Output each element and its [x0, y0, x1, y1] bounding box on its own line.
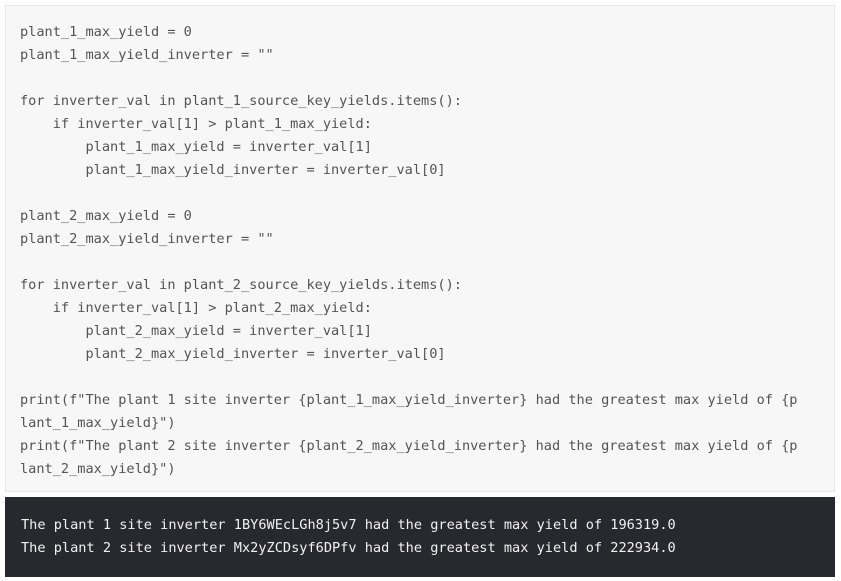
code-line: plant_1_max_yield_inverter = "" [20, 47, 274, 63]
code-line: plant_2_max_yield_inverter = inverter_va… [20, 346, 446, 362]
code-editor[interactable]: plant_1_max_yield = 0 plant_1_max_yield_… [20, 21, 798, 481]
code-line: plant_2_max_yield = inverter_val[1] [20, 323, 372, 339]
code-line: plant_2_max_yield = 0 [20, 208, 192, 224]
code-line: print(f"The plant 2 site inverter {plant… [20, 438, 798, 454]
code-line: for inverter_val in plant_2_source_key_y… [20, 277, 462, 293]
output-cell: The plant 1 site inverter 1BY6WEcLGh8j5v… [5, 497, 835, 577]
code-line: if inverter_val[1] > plant_1_max_yield: [20, 116, 372, 132]
code-line: print(f"The plant 1 site inverter {plant… [20, 392, 798, 408]
output-line: The plant 1 site inverter 1BY6WEcLGh8j5v… [21, 517, 676, 533]
code-line: for inverter_val in plant_1_source_key_y… [20, 93, 462, 109]
code-cell[interactable]: plant_1_max_yield = 0 plant_1_max_yield_… [5, 5, 835, 492]
code-line: plant_1_max_yield_inverter = inverter_va… [20, 162, 446, 178]
code-line: if inverter_val[1] > plant_2_max_yield: [20, 300, 372, 316]
output-area: The plant 1 site inverter 1BY6WEcLGh8j5v… [21, 514, 676, 560]
code-line: plant_1_max_yield = 0 [20, 24, 192, 40]
code-line: plant_2_max_yield_inverter = "" [20, 231, 274, 247]
code-line: lant_2_max_yield}") [20, 461, 176, 477]
output-line: The plant 2 site inverter Mx2yZCDsyf6DPf… [21, 540, 676, 556]
code-line: lant_1_max_yield}") [20, 415, 176, 431]
code-line: plant_1_max_yield = inverter_val[1] [20, 139, 372, 155]
